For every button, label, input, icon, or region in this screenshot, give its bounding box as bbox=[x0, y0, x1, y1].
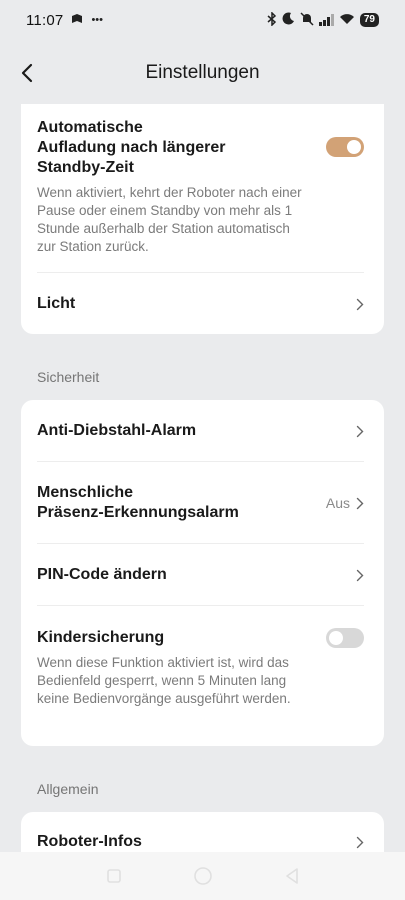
divider bbox=[37, 605, 364, 606]
bluetooth-icon bbox=[267, 10, 277, 29]
status-time: 11:07 bbox=[26, 11, 64, 29]
presence-alarm-title-line1: Menschliche bbox=[37, 484, 134, 501]
child-lock-toggle[interactable] bbox=[326, 628, 364, 648]
auto-recharge-title: Automatische Aufladung nach längerer Sta… bbox=[37, 118, 307, 178]
section-label-general: Allgemein bbox=[37, 781, 99, 797]
light-title: Licht bbox=[37, 295, 76, 312]
back-button[interactable] bbox=[12, 58, 42, 88]
square-icon bbox=[106, 869, 121, 883]
more-notifications-icon: ••• bbox=[91, 14, 103, 26]
status-left: 11:07 ••• bbox=[26, 12, 103, 29]
child-lock-text: Kindersicherung Wenn diese Funktion akti… bbox=[37, 628, 297, 708]
signal-strength-icon bbox=[318, 14, 334, 26]
do-not-disturb-moon-icon bbox=[282, 12, 295, 28]
presence-alarm-value-group: Aus bbox=[326, 495, 364, 511]
divider bbox=[37, 543, 364, 544]
home-button[interactable] bbox=[192, 865, 214, 887]
settings-card-security: Anti-Diebstahl-Alarm Menschliche Präsenz… bbox=[21, 400, 384, 746]
auto-recharge-title-line1: Automatische bbox=[37, 119, 143, 136]
auto-recharge-title-line3: Standby-Zeit bbox=[37, 159, 134, 176]
child-lock-title: Kindersicherung bbox=[37, 629, 165, 646]
section-label-security: Sicherheit bbox=[37, 369, 100, 385]
divider bbox=[37, 461, 364, 462]
auto-recharge-description: Wenn aktiviert, kehrt der Roboter nach e… bbox=[37, 185, 302, 254]
toggle-knob bbox=[347, 140, 361, 154]
settings-card-charging: Automatische Aufladung nach längerer Sta… bbox=[21, 104, 384, 334]
chevron-right-icon bbox=[356, 298, 364, 311]
auto-recharge-row: Automatische Aufladung nach längerer Sta… bbox=[37, 118, 364, 256]
auto-recharge-toggle[interactable] bbox=[326, 137, 364, 157]
anti-theft-title: Anti-Diebstahl-Alarm bbox=[37, 422, 197, 439]
divider bbox=[37, 272, 364, 273]
pin-code-title: PIN-Code ändern bbox=[37, 566, 167, 583]
notification-icon bbox=[71, 13, 83, 27]
child-lock-row: Kindersicherung Wenn diese Funktion akti… bbox=[37, 628, 364, 708]
presence-alarm-title-line2: Präsenz-Erkennungsalarm bbox=[37, 504, 239, 521]
back-nav-button[interactable] bbox=[284, 867, 300, 885]
silent-bell-icon bbox=[300, 11, 314, 29]
chevron-right-icon bbox=[356, 425, 364, 438]
circle-icon bbox=[193, 867, 212, 885]
auto-recharge-text: Automatische Aufladung nach längerer Sta… bbox=[37, 118, 307, 256]
chevron-right-icon bbox=[356, 569, 364, 582]
toggle-knob bbox=[329, 631, 343, 645]
light-row[interactable]: Licht bbox=[37, 284, 364, 324]
presence-alarm-value: Aus bbox=[325, 495, 350, 511]
recents-button[interactable] bbox=[106, 868, 122, 884]
wifi-icon bbox=[339, 13, 355, 28]
presence-alarm-title: Menschliche Präsenz-Erkennungsalarm bbox=[37, 483, 239, 523]
page-title: Einstellungen bbox=[145, 62, 260, 83]
presence-alarm-row[interactable]: Menschliche Präsenz-Erkennungsalarm Aus bbox=[37, 482, 364, 524]
status-right: 79 bbox=[267, 10, 379, 29]
battery-indicator: 79 bbox=[359, 13, 379, 27]
triangle-back-icon bbox=[285, 868, 298, 884]
status-bar: 11:07 ••• 79 bbox=[0, 0, 405, 40]
robot-info-title: Roboter-Infos bbox=[37, 833, 142, 850]
chevron-right-icon bbox=[356, 836, 364, 849]
auto-recharge-title-line2: Aufladung nach längerer bbox=[37, 139, 226, 156]
anti-theft-row[interactable]: Anti-Diebstahl-Alarm bbox=[37, 410, 364, 452]
chevron-right-icon bbox=[356, 497, 364, 510]
header: Einstellungen bbox=[0, 48, 405, 98]
pin-code-row[interactable]: PIN-Code ändern bbox=[37, 554, 364, 596]
system-navigation-bar bbox=[0, 852, 405, 900]
child-lock-description: Wenn diese Funktion aktiviert ist, wird … bbox=[37, 655, 291, 706]
chevron-left-icon bbox=[21, 63, 33, 83]
